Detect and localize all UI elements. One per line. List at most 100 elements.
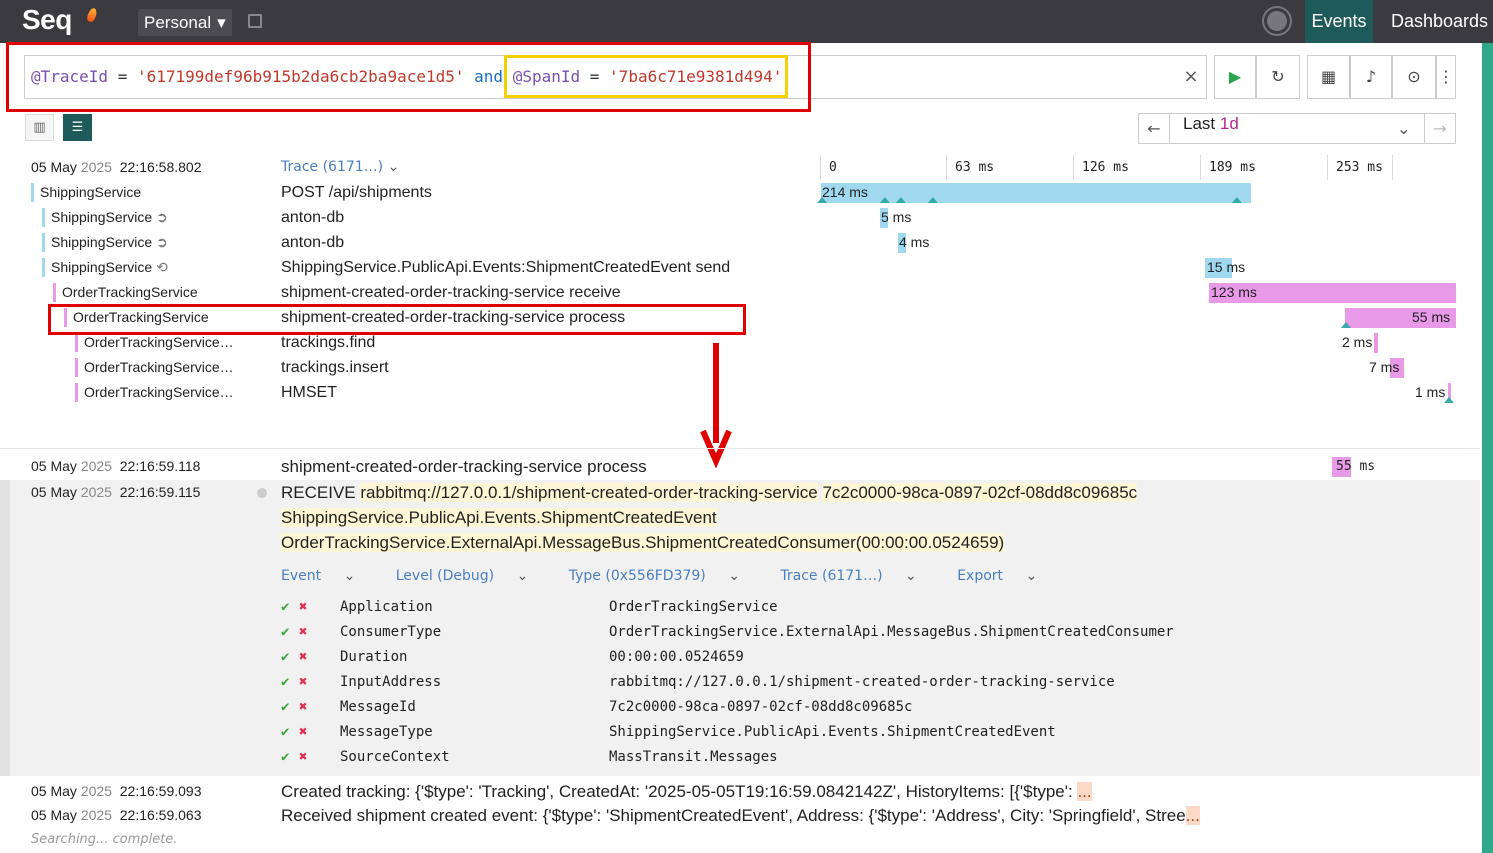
span-row[interactable]: ShippingService ⟲ ShippingService.Public… [0, 255, 1480, 280]
span-name: HMSET [281, 384, 337, 401]
annotation-box-span [48, 304, 746, 335]
tab-label: Level (Debug) [395, 568, 495, 584]
check-icon[interactable]: ✔ [281, 620, 289, 645]
property-value: 7c2c0000-98ca-0897-02cf-08dd8c09685c [609, 699, 913, 715]
arrow-right-icon[interactable]: → [1424, 114, 1455, 143]
nav-dashboards[interactable]: Dashboards [1381, 0, 1493, 43]
chevron-down-icon[interactable]: ⌄ [1397, 114, 1410, 143]
span-service: ShippingService [40, 184, 142, 200]
check-icon[interactable]: ✔ [281, 595, 289, 620]
ts-year: 2025 [80, 458, 112, 474]
nav-events[interactable]: Events [1305, 0, 1373, 43]
property-key: ConsumerType [340, 624, 442, 640]
span-row[interactable]: ShippingService ➲ anton-db 5 ms [0, 205, 1480, 230]
span-marker [896, 197, 906, 203]
ts-year: 2025 [80, 807, 112, 823]
span-name: anton-db [281, 234, 345, 251]
check-icon[interactable]: ✔ [281, 670, 289, 695]
property-row: ✔ ✖ Application OrderTrackingService [281, 595, 1381, 620]
clear-query-icon[interactable]: × [1176, 55, 1206, 99]
tab-level[interactable]: Level (Debug) ⌄ [396, 568, 547, 584]
trace-dropdown[interactable]: Trace (6171…) ⌄ [281, 155, 399, 180]
trace-view-icon[interactable]: ☰ [63, 114, 92, 141]
span-name: ShippingService.PublicApi.Events:Shipmen… [281, 259, 731, 276]
span-row[interactable]: OrderTrackingService… HMSET 1 ms [0, 380, 1480, 405]
signal-icon[interactable]: ⊙ [1392, 55, 1436, 99]
msg-ellipsis[interactable]: ... [1077, 782, 1092, 801]
arrow-left-icon[interactable]: ← [1139, 114, 1170, 143]
axis-tick: 253 ms [1327, 155, 1392, 180]
exclude-icon[interactable]: ✖ [299, 645, 307, 670]
span-marker [1444, 397, 1454, 403]
workspace-selector[interactable]: Personal ▾ [138, 9, 232, 36]
seq-logo[interactable]: Seq [22, 4, 99, 36]
span-indent-bar [42, 233, 45, 252]
event-message: shipment-created-order-tracking-service … [281, 457, 647, 476]
check-icon[interactable]: ✔ [281, 745, 289, 770]
alert-icon[interactable]: ♪ [1350, 55, 1392, 99]
span-row[interactable]: ShippingService ➲ anton-db 4 ms [0, 230, 1480, 255]
timestamp: 05 May 2025 22:16:59.118 [31, 454, 200, 479]
property-key: MessageId [340, 699, 416, 715]
ts-time: 22:16:59.063 [119, 807, 202, 823]
exclude-icon[interactable]: ✖ [299, 695, 307, 720]
event-row[interactable]: 05 May 2025 22:16:59.118 shipment-create… [0, 454, 1480, 479]
property-key: Duration [340, 649, 408, 665]
property-row: ✔ ✖ InputAddress rabbitmq://127.0.0.1/shipm… [281, 670, 1381, 695]
annotation-arrow [700, 343, 732, 468]
check-icon[interactable]: ✔ [281, 695, 289, 720]
page-scrollbar[interactable] [1482, 43, 1493, 853]
scrollbar-thumb[interactable] [1482, 43, 1493, 853]
span-duration: 5 ms [881, 209, 912, 225]
exclude-icon[interactable]: ✖ [299, 595, 307, 620]
property-key: MessageType [340, 724, 433, 740]
property-value: ShippingService.PublicApi.Events.Shipmen… [609, 724, 1056, 740]
span-indent-bar [75, 358, 78, 377]
span-indent-bar [75, 333, 78, 352]
exclude-icon[interactable]: ✖ [299, 745, 307, 770]
flame-icon [85, 7, 99, 23]
span-service: ShippingService ➲ [51, 230, 168, 255]
property-key: Application [340, 599, 433, 615]
check-icon[interactable]: ✔ [281, 645, 289, 670]
workspace-settings-icon[interactable] [248, 14, 262, 28]
span-service-label: ShippingService [51, 259, 153, 275]
producer-icon: ⟲ [156, 259, 168, 275]
more-icon[interactable]: ⋮ [1436, 55, 1456, 99]
span-duration: 1 ms [1415, 384, 1446, 400]
span-indent-bar [53, 283, 56, 302]
tab-event[interactable]: Event ⌄ [281, 568, 373, 584]
theme-toggle-icon[interactable] [1267, 11, 1287, 31]
add-dashboard-icon[interactable]: ▦ [1307, 55, 1350, 99]
property-row: ✔ ✖ MessageId 7c2c0000-98ca-0897-02cf-08dd8… [281, 695, 1381, 720]
span-duration: 4 ms [899, 234, 930, 250]
duration-unit: ms [1359, 459, 1376, 474]
tab-label: Event [281, 568, 322, 584]
exclude-icon[interactable]: ✖ [299, 720, 307, 745]
ts-year: 2025 [80, 484, 112, 500]
tab-type[interactable]: Type (0x556FD379) ⌄ [569, 568, 758, 584]
check-icon[interactable]: ✔ [281, 720, 289, 745]
date-range-picker[interactable]: ← Last 1d ⌄ → [1138, 113, 1456, 144]
span-row[interactable]: OrderTrackingService… trackings.insert 7… [0, 355, 1480, 380]
ts-time: 22:16:58.802 [119, 159, 202, 175]
property-value: rabbitmq://127.0.0.1/shipment-created-or… [609, 674, 1115, 690]
span-row[interactable]: ShippingService POST /api/shipments 214 … [0, 180, 1480, 205]
tail-icon[interactable]: ↻ [1256, 55, 1300, 99]
msg-ellipsis[interactable]: ... [1185, 806, 1200, 825]
span-service: OrderTrackingService… [84, 384, 234, 400]
workspace-label: Personal [144, 13, 212, 32]
tab-trace[interactable]: Trace (6171…) ⌄ [780, 568, 934, 584]
msg-text: Received shipment created event: {'$type… [281, 806, 1186, 825]
histogram-view-icon[interactable]: ▥ [25, 114, 54, 141]
run-query-button[interactable]: ▶ [1214, 55, 1256, 99]
exclude-icon[interactable]: ✖ [299, 670, 307, 695]
span-row[interactable]: OrderTrackingService shipment-created-or… [0, 280, 1480, 305]
property-value: MassTransit.Messages [609, 749, 778, 765]
trace-label: Trace (6171…) [281, 159, 384, 175]
tab-label: Export [957, 568, 1004, 584]
annotation-box-spanid [504, 55, 788, 98]
axis-tick: 0 [820, 155, 946, 180]
tab-export[interactable]: Export ⌄ [957, 568, 1055, 584]
exclude-icon[interactable]: ✖ [299, 620, 307, 645]
